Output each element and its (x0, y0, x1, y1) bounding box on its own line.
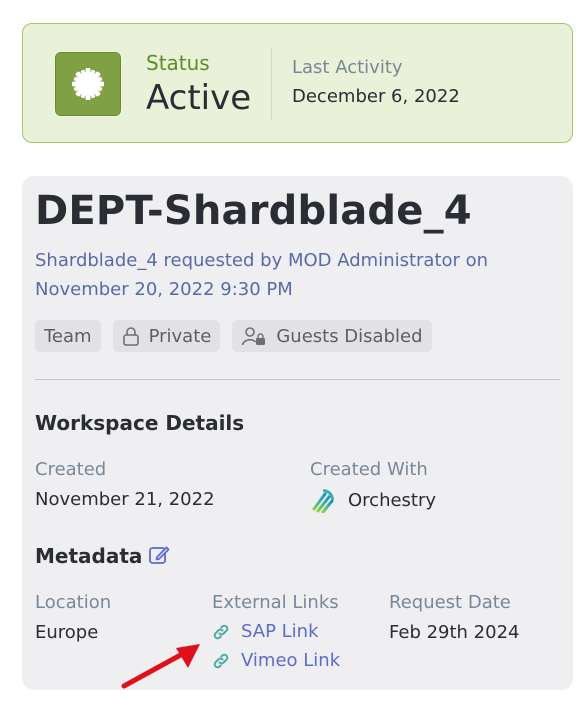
link-icon (213, 653, 229, 668)
sap-link[interactable]: SAP Link (211, 621, 319, 642)
metadata-title: Metadata (35, 544, 143, 568)
vimeo-link[interactable]: Vimeo Link (211, 650, 340, 671)
status-value: Active (146, 78, 252, 118)
status-label: Status (146, 51, 210, 75)
status-icon-tile (55, 52, 121, 116)
created-value: November 21, 2022 (35, 489, 215, 510)
created-with-value: Orchestry (310, 487, 436, 513)
chip-guests-disabled: Guests Disabled (232, 320, 432, 352)
chip-guests-label: Guests Disabled (276, 325, 423, 347)
vimeo-link-label[interactable]: Vimeo Link (241, 650, 340, 671)
lock-icon (122, 327, 139, 346)
chip-team-label: Team (44, 325, 92, 347)
location-value: Europe (35, 622, 99, 643)
orchestry-label: Orchestry (348, 489, 437, 511)
created-label: Created (35, 459, 107, 480)
sap-link-label[interactable]: SAP Link (241, 621, 319, 642)
chip-team: Team (35, 320, 101, 352)
workspace-card: DEPT-Shardblade_4 Shardblade_4 requested… (22, 176, 573, 690)
last-activity-value: December 6, 2022 (292, 86, 460, 107)
chip-private: Private (112, 320, 221, 352)
workspace-details-title: Workspace Details (35, 411, 245, 435)
gear-badge-icon (72, 68, 104, 100)
orchestry-logo-icon (312, 489, 334, 513)
external-links-label: External Links (212, 592, 339, 613)
request-date-value: Feb 29th 2024 (389, 622, 520, 643)
edit-icon[interactable] (148, 544, 170, 566)
user-lock-icon (242, 327, 266, 346)
request-date-label: Request Date (389, 592, 511, 613)
annotation-arrow-icon (121, 644, 200, 689)
section-divider (35, 379, 560, 380)
request-info: Shardblade_4 requested by MOD Administra… (35, 250, 489, 300)
status-divider (271, 48, 272, 120)
workspace-title: DEPT-Shardblade_4 (35, 188, 472, 234)
last-activity-label: Last Activity (292, 57, 403, 78)
link-icon (213, 624, 229, 639)
created-with-label: Created With (310, 459, 428, 480)
location-label: Location (35, 592, 112, 613)
status-card: Status Active Last Activity December 6, … (22, 23, 573, 143)
chip-private-label: Private (148, 325, 212, 347)
workspace-chips: Team Private Guests Disabled (35, 320, 432, 352)
